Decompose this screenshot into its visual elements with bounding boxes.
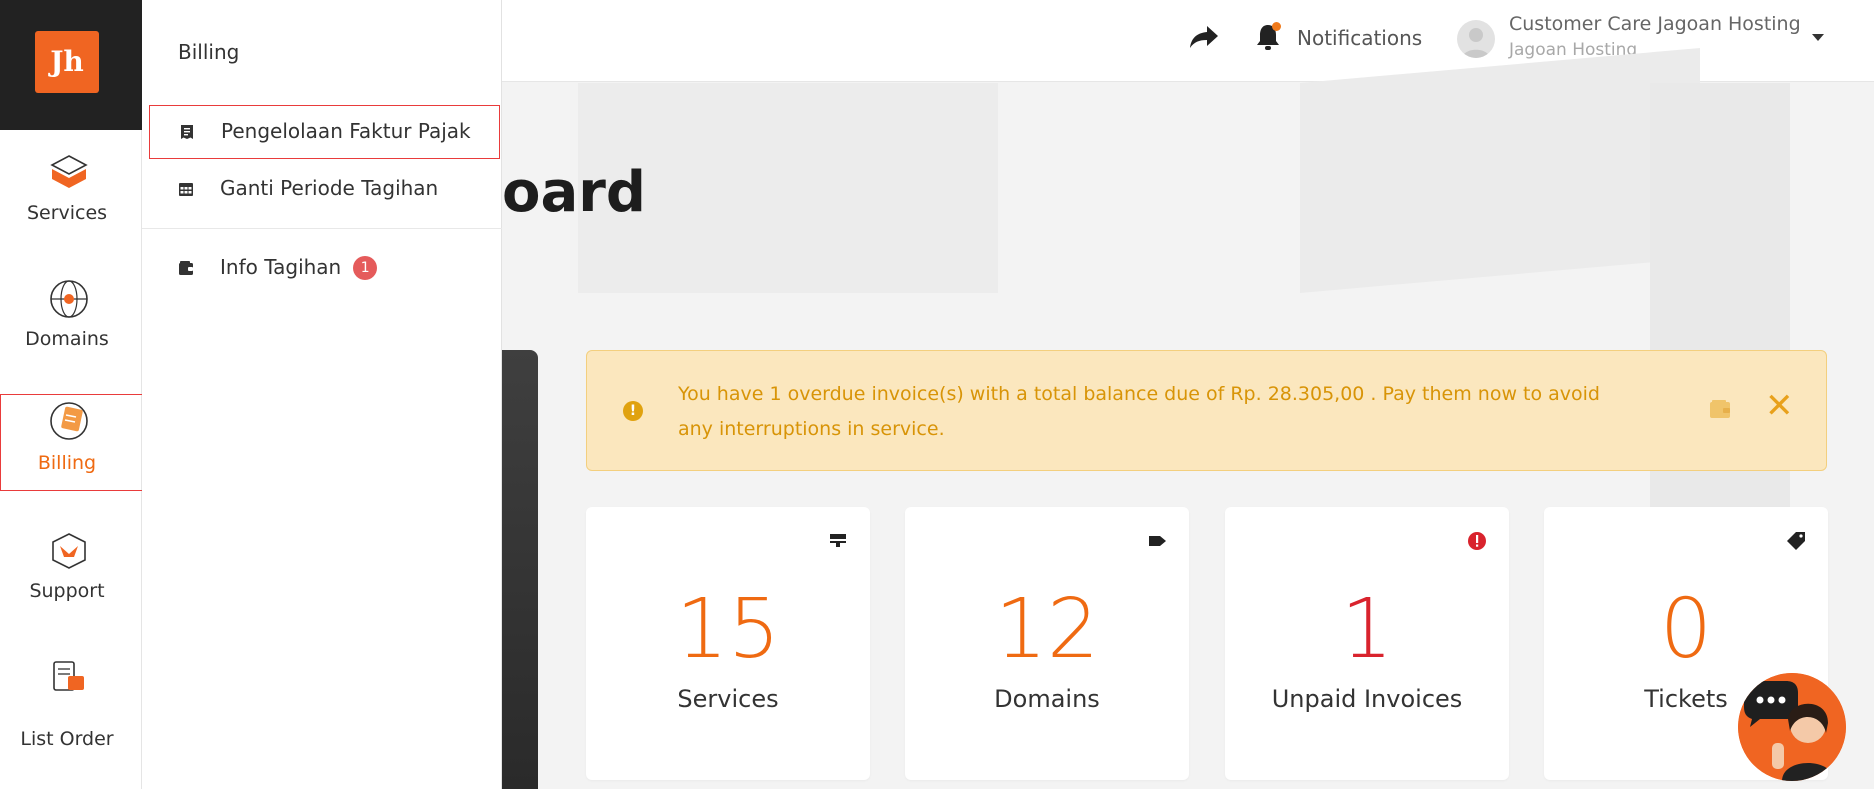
calendar-icon [179,183,193,196]
user-name[interactable]: Customer Care Jagoan Hosting [1509,13,1801,35]
bell-icon[interactable] [1255,22,1281,52]
submenu-item-label-group: Info Tagihan 1 [220,255,378,280]
left-rail: Jh Services Domains Billing Support List… [0,0,149,789]
stat-label: Services [677,685,779,713]
submenu-item-label: Pengelolaan Faktur Pajak [221,119,471,143]
billing-submenu: Billing Pengelolaan Faktur Pajak Ganti P… [142,0,502,789]
notification-dot [1272,22,1281,31]
submenu-item-label: Ganti Periode Tagihan [220,176,439,200]
alert-circle-icon [1468,532,1486,550]
logo-area: Jh [0,0,142,130]
wallet-icon [179,261,193,275]
stat-label: Domains [994,685,1100,713]
page-title: oard [502,160,646,225]
rail-item-support[interactable]: Support [0,530,142,630]
globe-icon [50,280,88,318]
brand-logo[interactable]: Jh [35,31,99,93]
box-icon [50,155,88,188]
chat-agent-icon [1738,673,1846,781]
submenu-divider [142,228,502,229]
background-shape [1300,48,1700,294]
submenu-title: Billing [178,40,240,64]
submenu-item-info-tagihan[interactable]: Info Tagihan 1 [142,242,502,296]
stat-value: 15 [675,582,781,677]
rail-item-domains[interactable]: Domains [0,278,142,378]
stat-value: 1 [1340,582,1394,677]
submenu-item-ganti-periode[interactable]: Ganti Periode Tagihan [142,163,502,217]
submenu-item-label: Info Tagihan [220,255,342,279]
submenu-item-faktur-pajak[interactable]: Pengelolaan Faktur Pajak [149,105,500,159]
support-box-icon [52,533,86,569]
rail-item-label: Services [26,202,108,224]
warning-icon: ! [623,401,643,421]
server-icon [830,534,846,547]
rail-item-label: Support [29,580,105,602]
stat-label: Unpaid Invoices [1271,685,1463,713]
rail-item-label: Domains [25,328,109,350]
share-icon[interactable] [1189,24,1219,50]
notifications-link[interactable]: Notifications [1297,26,1422,50]
stat-card-domains[interactable]: 12 Domains [905,507,1189,780]
rail-item-label: List Order [20,728,114,750]
ticket-tag-icon [1787,532,1805,550]
caret-down-icon[interactable] [1812,34,1824,41]
wallet-icon[interactable] [1709,399,1731,419]
tag-icon [1149,536,1166,546]
alert-message: You have 1 overdue invoice(s) with a tot… [678,383,1600,440]
overdue-invoice-alert: ! You have 1 overdue invoice(s) with a t… [586,350,1827,471]
rail-item-list-order[interactable]: List Order [0,656,142,756]
avatar[interactable] [1457,20,1495,58]
stat-card-unpaid-invoices[interactable]: 1 Unpaid Invoices [1225,507,1509,780]
rail-item-services[interactable]: Services [0,152,142,252]
live-chat-button[interactable] [1738,673,1846,781]
stat-value: 0 [1659,582,1713,677]
stat-value: 12 [994,582,1100,677]
count-badge: 1 [353,256,378,280]
list-order-icon [53,661,84,691]
close-icon[interactable]: ✕ [1765,389,1794,423]
billing-highlight-box [0,394,149,491]
stat-card-services[interactable]: 15 Services [586,507,870,780]
receipt-icon [181,125,193,139]
